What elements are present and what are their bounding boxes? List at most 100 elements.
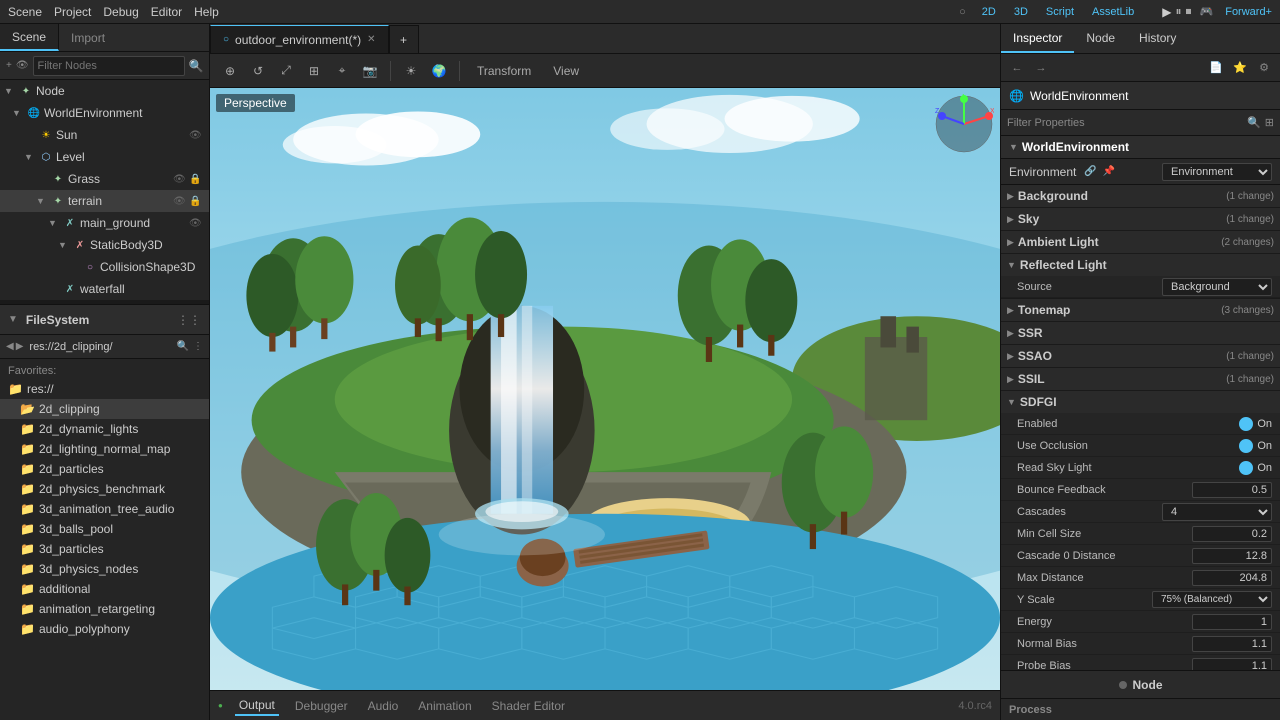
toolbar-local[interactable]: ⊞ [302,59,326,83]
fs-item-3d-particles[interactable]: 📁 3d_particles [0,539,209,559]
remote-deploy-button[interactable]: 🎮 [1200,5,1214,18]
inspector-settings-icon[interactable]: ⚙ [1254,58,1274,78]
section-header-ssil[interactable]: ▶ SSIL (1 change) [1001,368,1280,390]
tab-animation[interactable]: Animation [414,697,475,715]
tab-scene[interactable]: Scene [0,24,59,51]
input-cascade-0-distance[interactable] [1192,548,1272,564]
dropdown-y-scale[interactable]: 75% (Balanced) [1152,591,1272,608]
mode-2d[interactable]: 2D [982,6,996,18]
toolbar-move[interactable]: ⊕ [218,59,242,83]
source-dropdown[interactable]: Background [1162,278,1272,296]
filter-search-icon[interactable]: 🔍 [189,57,204,75]
section-header-ssao[interactable]: ▶ SSAO (1 change) [1001,345,1280,367]
tree-static-body-1[interactable]: ▼ ✗ StaticBody3D [0,234,209,256]
inspector-forward-button[interactable]: → [1031,58,1051,78]
fs-item-audio-polyphony[interactable]: 📁 audio_polyphony [0,619,209,639]
lock-terrain[interactable]: 🔒 [189,196,205,207]
tree-node-root[interactable]: ▼ ✦ Node [0,80,209,102]
fs-item-additional[interactable]: 📁 additional [0,579,209,599]
fs-item-3d-balls[interactable]: 📁 3d_balls_pool [0,519,209,539]
toolbar-rotate[interactable]: ↺ [246,59,270,83]
inspector-favorite-icon[interactable]: ⭐ [1230,58,1250,78]
toolbar-scale[interactable]: ⤢ [274,59,298,83]
tree-terrain[interactable]: ▼ ✦ terrain 👁 🔒 [0,190,209,212]
filter-prop-search[interactable]: 🔍 [1247,116,1261,129]
filter-nodes-input[interactable] [33,56,185,76]
dropdown-cascades[interactable]: 4 [1162,503,1272,521]
viewport-gizmo[interactable]: X Y Z [934,94,994,154]
fs-item-3d-physics[interactable]: 📁 3d_physics_nodes [0,559,209,579]
tab-import[interactable]: Import [59,24,117,51]
toolbar-sun[interactable]: ☀ [399,59,423,83]
input-max-distance[interactable] [1192,570,1272,586]
tab-shader-editor[interactable]: Shader Editor [488,697,569,715]
editor-tab-add[interactable]: + [389,25,419,53]
fs-item-2d-clipping[interactable]: 📂 2d_clipping [0,399,209,419]
eye-main-ground[interactable]: 👁 [189,218,205,229]
tab-audio[interactable]: Audio [364,697,403,715]
tree-world-env[interactable]: ▼ 🌐 WorldEnvironment [0,102,209,124]
section-header-reflected[interactable]: ▼ Reflected Light [1001,254,1280,276]
stop-button[interactable]: ⏹ [1186,4,1192,19]
toolbar-env[interactable]: 🌍 [427,59,451,83]
fs-item-2d-lighting-normal[interactable]: 📁 2d_lighting_normal_map [0,439,209,459]
section-header-sky[interactable]: ▶ Sky (1 change) [1001,208,1280,230]
fs-item-2d-physics[interactable]: 📁 2d_physics_benchmark [0,479,209,499]
inspector-script-icon[interactable]: 📄 [1206,58,1226,78]
tree-collision-1[interactable]: ○ CollisionShape3D [0,256,209,278]
fs-item-2d-particles[interactable]: 📁 2d_particles [0,459,209,479]
tab-node[interactable]: Node [1074,24,1127,53]
tab-debugger[interactable]: Debugger [291,697,352,715]
tab-history[interactable]: History [1127,24,1188,53]
mode-3d[interactable]: 3D [1014,6,1028,18]
eye-grass[interactable]: 👁 [173,174,189,185]
fs-item-2d-dynamic-lights[interactable]: 📁 2d_dynamic_lights [0,419,209,439]
section-header-ambient[interactable]: ▶ Ambient Light (2 changes) [1001,231,1280,253]
fs-item-animation-retargeting[interactable]: 📁 animation_retargeting [0,599,209,619]
section-header-background[interactable]: ▶ Background (1 change) [1001,185,1280,207]
filesystem-header[interactable]: ▼ FileSystem ⋮⋮ [0,305,209,335]
input-energy[interactable] [1192,614,1272,630]
tree-sun[interactable]: ☀ Sun 👁 [0,124,209,146]
env-type-dropdown[interactable]: Environment [1162,163,1272,181]
sdfgi-section-header[interactable]: ▼ SDFGI [1001,391,1280,413]
input-probe-bias[interactable] [1192,658,1272,671]
menu-project[interactable]: Project [54,5,91,19]
toolbar-view[interactable]: View [544,61,588,81]
fs-item-3d-animation[interactable]: 📁 3d_animation_tree_audio [0,499,209,519]
env-link-icon[interactable]: 🔗 [1084,166,1096,177]
tree-grass[interactable]: ✦ Grass 👁 🔒 [0,168,209,190]
node-footer[interactable]: Node [1001,670,1280,698]
lock-grass[interactable]: 🔒 [189,174,205,185]
fs-search-icon[interactable]: 🔍 [177,341,189,352]
section-header-ssr[interactable]: ▶ SSR [1001,322,1280,344]
toolbar-transform[interactable]: Transform [468,61,540,81]
tree-main-ground[interactable]: ▼ ✗ main_ground 👁 [0,212,209,234]
editor-tab-close[interactable]: ✕ [367,34,375,45]
dot-occlusion[interactable] [1239,439,1253,453]
viewport[interactable]: Perspective [210,88,1000,690]
eye-terrain[interactable]: 👁 [173,196,189,207]
editor-tab-outdoor[interactable]: ○ outdoor_environment(*) ✕ [210,25,389,53]
mode-assetlib[interactable]: AssetLib [1092,6,1134,18]
tree-level[interactable]: ▼ ⬡ Level [0,146,209,168]
input-normal-bias[interactable] [1192,636,1272,652]
toolbar-snap[interactable]: ⌖ [330,59,354,83]
mode-script[interactable]: Script [1046,6,1074,18]
tab-inspector[interactable]: Inspector [1001,24,1074,53]
pause-button[interactable]: ⏸ [1175,4,1181,19]
filter-prop-expand[interactable]: ⊞ [1265,116,1274,129]
menu-scene[interactable]: Scene [8,5,42,19]
menu-debug[interactable]: Debug [103,5,138,19]
env-pin-icon[interactable]: 📌 [1103,166,1115,177]
section-header-tonemap[interactable]: ▶ Tonemap (3 changes) [1001,299,1280,321]
input-bounce-feedback[interactable] [1192,482,1272,498]
dot-enabled[interactable] [1239,417,1253,431]
menu-help[interactable]: Help [194,5,219,19]
play-button[interactable]: ▶ [1162,5,1171,19]
input-min-cell-size[interactable] [1192,526,1272,542]
fs-root[interactable]: 📁 res:// [0,379,209,399]
world-env-section-header[interactable]: ▼ WorldEnvironment [1001,136,1280,159]
tree-waterfall[interactable]: ✗ waterfall [0,278,209,300]
tab-output[interactable]: Output [235,696,279,716]
